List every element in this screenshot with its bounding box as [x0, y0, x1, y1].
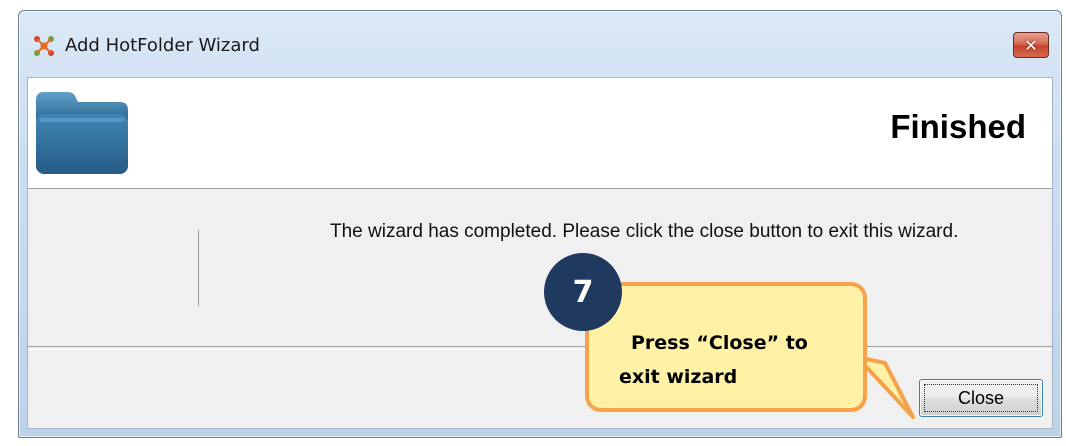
callout-text: Press “Close” to exit wizard [619, 326, 859, 394]
completion-message: The wizard has completed. Please click t… [330, 221, 959, 242]
window-title: Add HotFolder Wizard [65, 35, 260, 56]
instruction-callout: Press “Close” to exit wizard [585, 282, 867, 412]
callout-line-1: Press “Close” to [631, 332, 808, 354]
title-bar[interactable]: Add HotFolder Wizard ✕ [19, 11, 1061, 77]
folder-icon [36, 92, 128, 174]
app-logo-icon [34, 36, 54, 56]
divider [198, 230, 199, 306]
page-title: Finished [890, 108, 1026, 145]
focus-ring [924, 384, 1038, 412]
footer-separator [28, 346, 1052, 350]
step-number-badge: 7 [544, 253, 622, 331]
wizard-header: Finished [28, 78, 1052, 189]
close-button[interactable]: Close [919, 379, 1043, 417]
window-close-button[interactable]: ✕ [1013, 32, 1049, 58]
close-icon: ✕ [1024, 35, 1038, 55]
callout-line-2: exit wizard [619, 366, 738, 388]
